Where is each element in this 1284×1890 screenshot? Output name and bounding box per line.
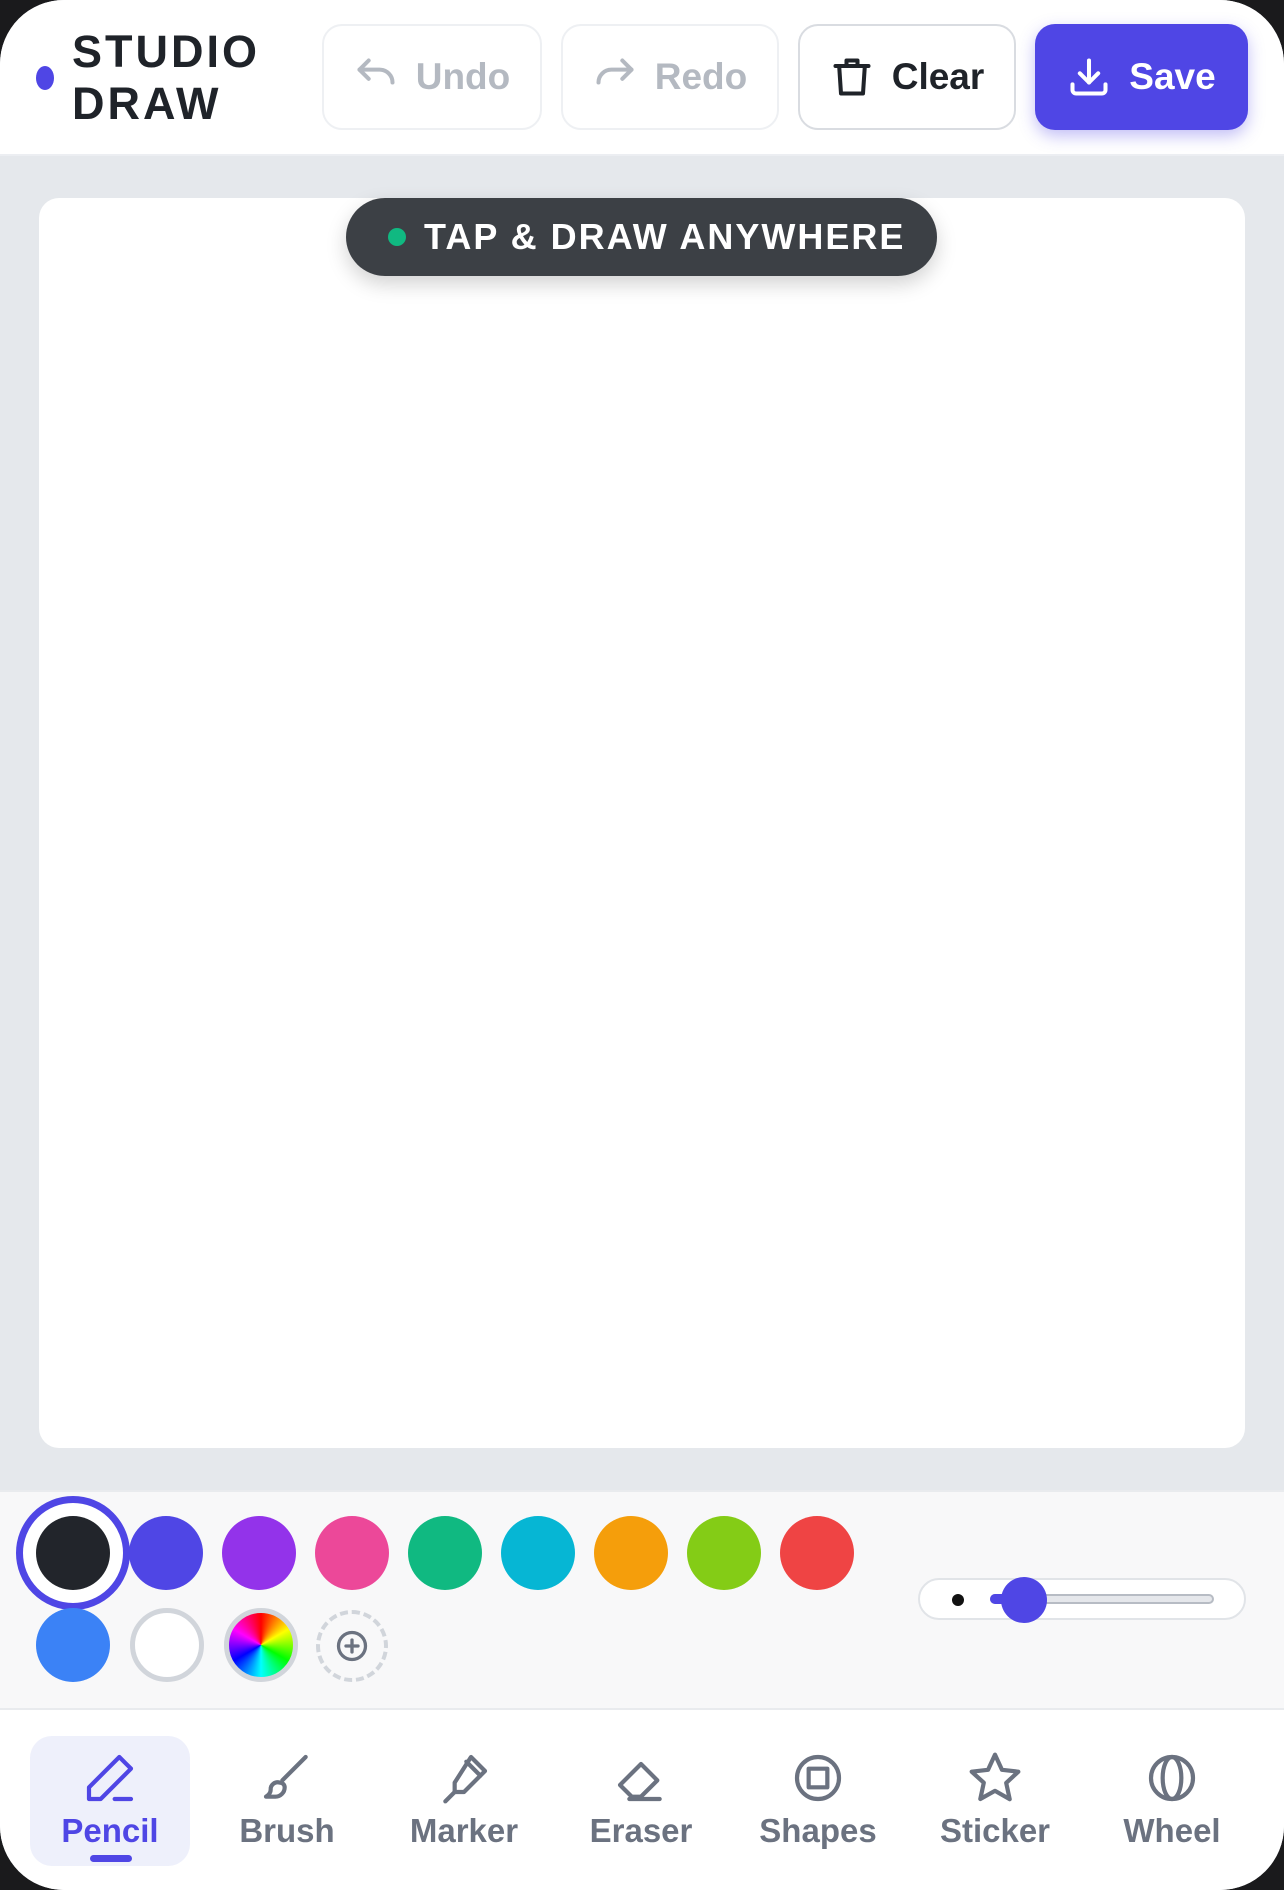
- save-label: Save: [1129, 56, 1216, 97]
- tool-label: Brush: [239, 1812, 335, 1849]
- eraser-icon: [617, 1761, 662, 1802]
- redo-label: Redo: [654, 56, 748, 97]
- tool-label: Eraser: [589, 1812, 693, 1849]
- tool-eraser[interactable]: Eraser: [561, 1736, 721, 1866]
- canvas-hint-text: TAP & DRAW ANYWHERE: [424, 216, 906, 257]
- header: STUDIO DRAW Undo Redo Clear Save: [0, 0, 1284, 156]
- active-tool-indicator: [90, 1855, 132, 1862]
- app-title-line2: DRAW: [72, 78, 222, 129]
- size-small-dot: [952, 1594, 964, 1606]
- marker-icon: [443, 1754, 488, 1804]
- pencil-icon: [86, 1754, 134, 1802]
- color-swatch[interactable]: [222, 1516, 296, 1590]
- tool-label: Sticker: [939, 1812, 1051, 1849]
- undo-button[interactable]: Undo: [322, 24, 542, 130]
- star-icon: [969, 1752, 1021, 1802]
- tool-brush[interactable]: Brush: [207, 1736, 367, 1866]
- tool-label: Wheel: [1123, 1812, 1221, 1849]
- color-swatch[interactable]: [687, 1516, 761, 1590]
- color-swatch[interactable]: [315, 1516, 389, 1590]
- color-swatch[interactable]: [36, 1608, 110, 1682]
- color-swatch[interactable]: [780, 1516, 854, 1590]
- undo-icon: [357, 58, 395, 85]
- app-frame: STUDIO DRAW Undo Redo Clear Save TAP & D…: [0, 0, 1284, 1890]
- brand-dot: [36, 66, 54, 90]
- tool-label: Marker: [409, 1812, 519, 1849]
- app-title-line1: STUDIO: [72, 26, 261, 77]
- color-swatch[interactable]: [130, 1608, 204, 1682]
- add-color-button[interactable]: [316, 1610, 388, 1682]
- plus-circle-icon: [336, 1630, 368, 1662]
- custom-color-wheel-button[interactable]: [224, 1608, 298, 1682]
- wheel-icon: [1148, 1754, 1196, 1802]
- tool-sticker[interactable]: Sticker: [915, 1736, 1075, 1866]
- color-swatch[interactable]: [408, 1516, 482, 1590]
- tool-label: Pencil: [61, 1812, 159, 1849]
- canvas-hint-pill: TAP & DRAW ANYWHERE: [346, 198, 937, 276]
- color-swatch[interactable]: [36, 1516, 110, 1590]
- undo-label: Undo: [415, 56, 511, 97]
- clear-label: Clear: [891, 56, 985, 97]
- color-swatch[interactable]: [501, 1516, 575, 1590]
- tool-shapes[interactable]: Shapes: [738, 1736, 898, 1866]
- status-dot: [388, 228, 406, 246]
- redo-icon: [596, 58, 634, 85]
- tool-pencil[interactable]: Pencil: [30, 1736, 190, 1866]
- shapes-icon: [794, 1754, 842, 1802]
- redo-button[interactable]: Redo: [561, 24, 779, 130]
- tool-bar: Pencil Brush Marker Eraser Shapes Sticker Whee…: [0, 1708, 1284, 1890]
- trash-icon: [833, 58, 871, 96]
- save-button[interactable]: Save: [1035, 24, 1248, 130]
- download-icon: [1070, 58, 1108, 96]
- slider-thumb[interactable]: [1000, 1577, 1047, 1623]
- brush-icon: [263, 1754, 308, 1799]
- color-swatch[interactable]: [594, 1516, 668, 1590]
- color-swatch[interactable]: [129, 1516, 203, 1590]
- clear-button[interactable]: Clear: [798, 24, 1016, 130]
- drawing-canvas[interactable]: [39, 198, 1245, 1448]
- brush-size-slider[interactable]: [918, 1577, 1246, 1623]
- tool-wheel[interactable]: Wheel: [1092, 1736, 1252, 1866]
- app-title: STUDIO DRAW: [72, 26, 260, 130]
- tool-label: Shapes: [759, 1812, 877, 1849]
- tool-marker[interactable]: Marker: [384, 1736, 544, 1866]
